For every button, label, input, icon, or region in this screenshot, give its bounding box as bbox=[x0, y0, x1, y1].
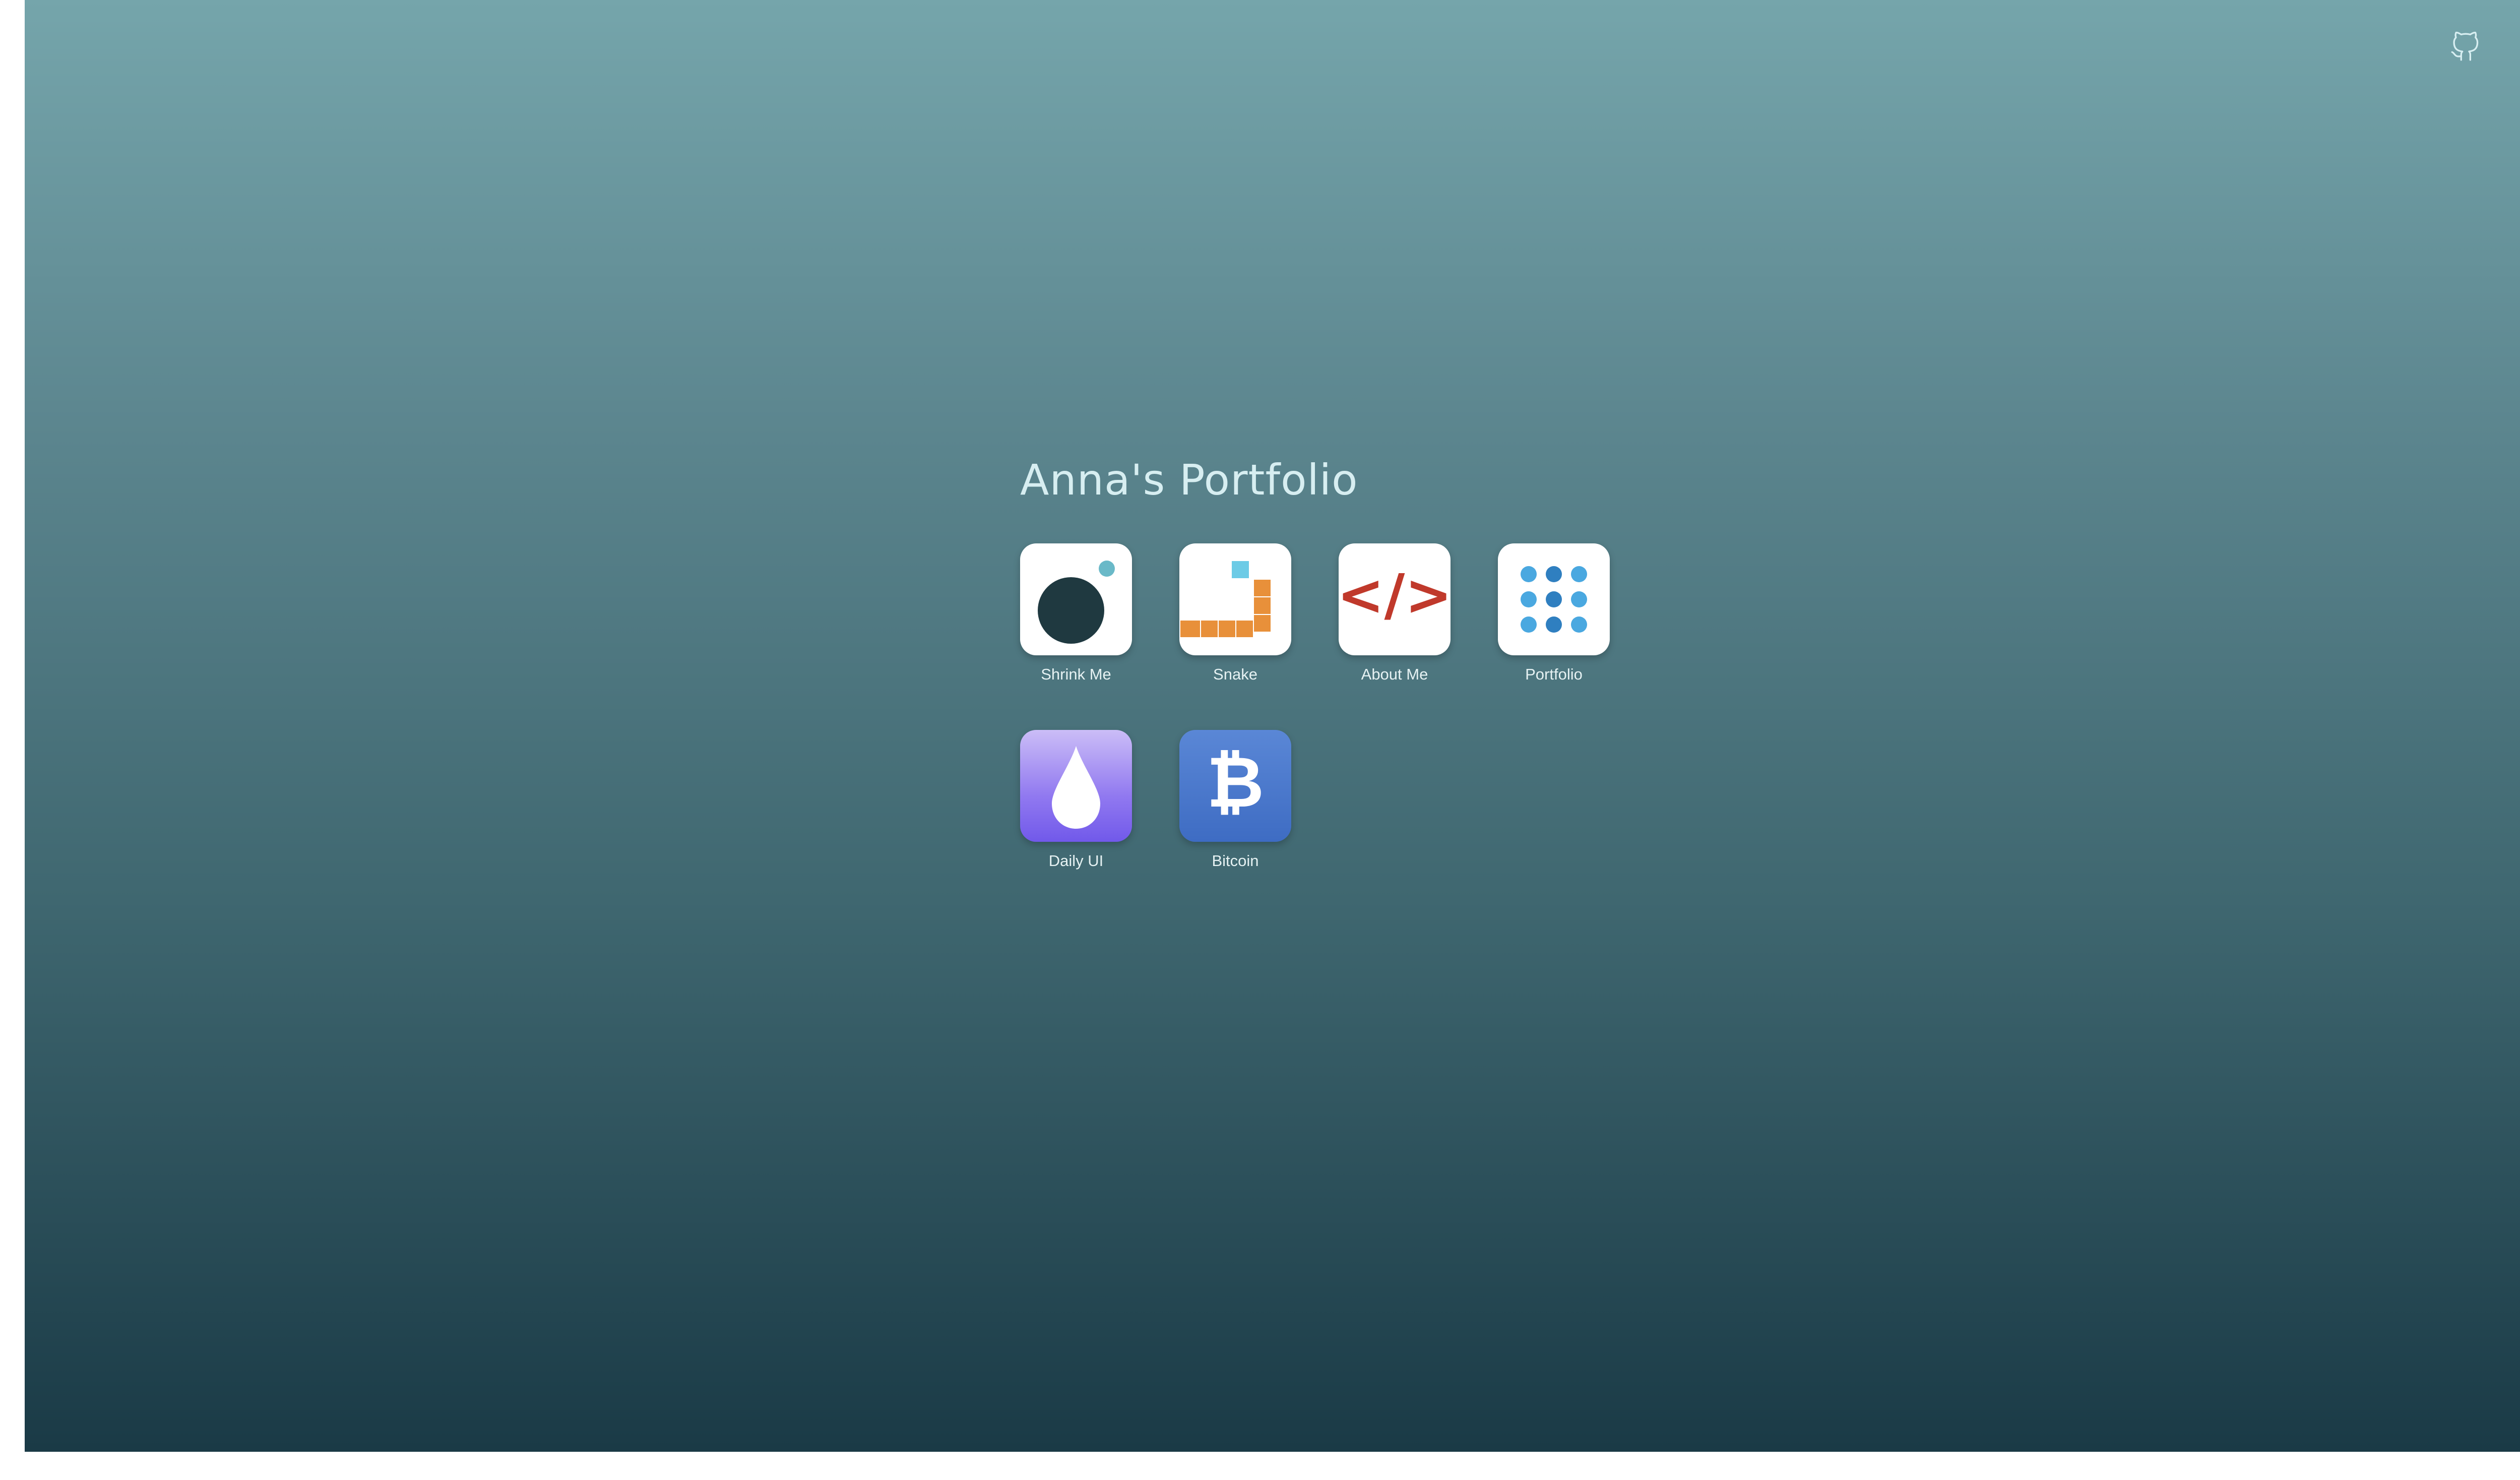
app-label: Portfolio bbox=[1525, 665, 1583, 683]
snake-icon bbox=[1179, 543, 1291, 655]
app-bitcoin[interactable]: ₿ Bitcoin bbox=[1179, 730, 1291, 870]
github-link[interactable] bbox=[2448, 30, 2482, 64]
droplet-icon bbox=[1020, 730, 1132, 842]
app-label: Bitcoin bbox=[1212, 852, 1259, 870]
app-label: Snake bbox=[1213, 665, 1257, 683]
svg-text:</>: </> bbox=[1339, 563, 1451, 628]
app-label: Shrink Me bbox=[1041, 665, 1111, 683]
app-about-me[interactable]: </> About Me bbox=[1339, 543, 1451, 684]
app-shrink-me[interactable]: Shrink Me bbox=[1020, 543, 1132, 684]
page-background: Anna's Portfolio Shrink Me Snake </> Abo… bbox=[25, 0, 2520, 1452]
code-icon: </> bbox=[1339, 543, 1451, 655]
page-title: Anna's Portfolio bbox=[1020, 455, 1358, 505]
svg-text:₿: ₿ bbox=[1207, 742, 1264, 824]
app-portfolio[interactable]: Portfolio bbox=[1498, 543, 1610, 684]
app-grid: Shrink Me Snake </> About Me Portfolio D… bbox=[1020, 543, 1610, 870]
dots-grid-icon bbox=[1498, 543, 1610, 655]
app-label: About Me bbox=[1361, 665, 1428, 683]
app-snake[interactable]: Snake bbox=[1179, 543, 1291, 684]
github-icon bbox=[2451, 31, 2479, 61]
app-label: Daily UI bbox=[1048, 852, 1104, 870]
app-daily-ui[interactable]: Daily UI bbox=[1020, 730, 1132, 870]
main-content: Anna's Portfolio Shrink Me Snake </> Abo… bbox=[1020, 459, 1610, 870]
bitcoin-icon: ₿ bbox=[1179, 730, 1291, 842]
social-links bbox=[2448, 30, 2520, 64]
shrink-me-icon bbox=[1020, 543, 1132, 655]
